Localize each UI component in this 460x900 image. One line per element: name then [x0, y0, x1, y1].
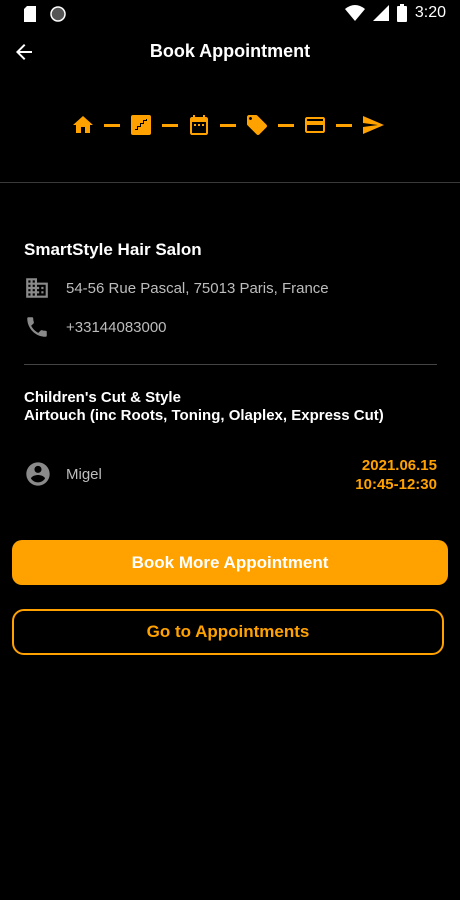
calendar-icon — [186, 112, 212, 138]
step-connector — [104, 123, 120, 127]
status-bar: 3:20 — [0, 0, 460, 30]
stylist-name: Migel — [66, 465, 102, 483]
appointment-time: 10:45-12:30 — [355, 476, 437, 493]
address-row: 54-56 Rue Pascal, 75013 Paris, France — [24, 275, 329, 301]
home-icon — [70, 112, 96, 138]
app-bar: Book Appointment — [0, 30, 460, 74]
stylist-row: Migel — [24, 460, 102, 488]
page-title: Book Appointment — [149, 41, 311, 61]
step-connector — [278, 123, 294, 127]
stairs-icon — [128, 112, 154, 138]
appointment-date: 2021.06.15 — [361, 457, 437, 474]
credit-card-icon — [302, 112, 328, 138]
phone-row: +33144083000 — [24, 314, 167, 340]
tag-icon — [244, 112, 270, 138]
status-right: 3:20 — [344, 4, 446, 22]
status-time: 3:20 — [414, 4, 446, 21]
building-icon — [26, 278, 48, 298]
book-more-appointment-button[interactable]: Book More Appointment — [12, 540, 448, 585]
salon-name: SmartStyle Hair Salon — [24, 240, 202, 259]
status-left — [24, 6, 66, 22]
sd-card-icon — [24, 6, 36, 22]
salon-phone[interactable]: +33144083000 — [66, 319, 167, 336]
section-divider — [24, 364, 437, 365]
booking-steps — [70, 108, 394, 142]
service-item: Children's Cut & Style — [24, 389, 181, 406]
phone-icon — [27, 317, 47, 337]
salon-address: 54-56 Rue Pascal, 75013 Paris, France — [66, 279, 329, 297]
service-item: Airtouch (inc Roots, Toning, Olaplex, Ex… — [24, 407, 384, 424]
go-to-appointments-button[interactable]: Go to Appointments — [12, 609, 444, 655]
wifi-icon — [344, 5, 365, 21]
account-circle-icon — [26, 462, 50, 486]
record-icon — [50, 6, 66, 22]
battery-icon — [396, 4, 407, 22]
step-connector — [220, 123, 236, 127]
header-divider — [0, 182, 460, 183]
signal-icon — [372, 5, 389, 21]
step-connector — [336, 123, 352, 127]
send-icon — [360, 112, 386, 138]
step-connector — [162, 123, 178, 127]
